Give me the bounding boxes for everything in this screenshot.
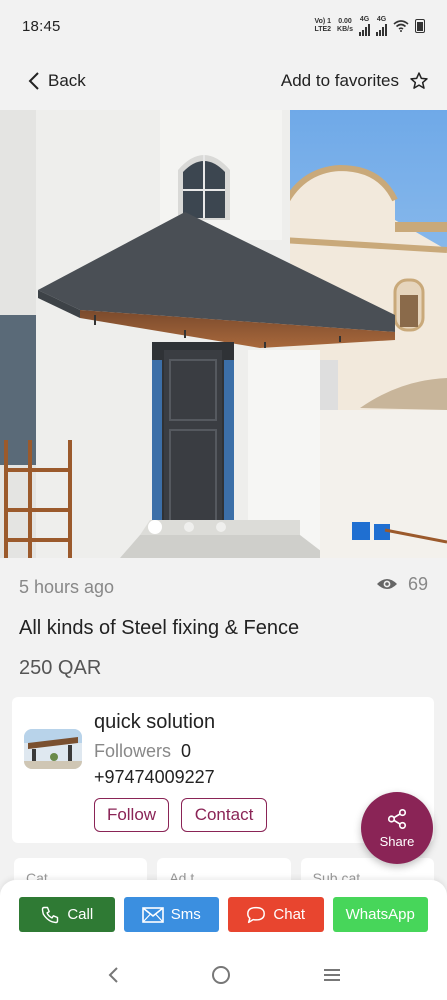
chevron-left-icon <box>28 72 39 90</box>
posted-time: 5 hours ago <box>19 576 115 597</box>
status-icons: Vo) 1 LTE2 0.00 KB/s 4G 4G <box>314 16 425 36</box>
nav-menu-icon[interactable] <box>322 967 342 983</box>
seller-avatar-image <box>24 729 82 769</box>
signal-sim1: 4G <box>359 16 370 36</box>
back-label: Back <box>48 71 86 90</box>
sms-button[interactable]: Sms <box>123 897 219 932</box>
listing-price: 250 QAR <box>19 657 102 679</box>
listing-photo <box>0 110 447 558</box>
call-label: Call <box>67 906 94 923</box>
eye-icon <box>376 579 397 589</box>
follow-button[interactable]: Follow <box>94 798 169 832</box>
sms-label: Sms <box>170 906 201 923</box>
nav-home-icon[interactable] <box>211 965 231 985</box>
top-bar: Back Add to favorites <box>0 52 447 110</box>
gallery-indicator <box>148 520 226 534</box>
listing-meta: 5 hours ago 69 <box>0 558 447 616</box>
status-bar: 18:45 Vo) 1 LTE2 0.00 KB/s 4G 4G <box>0 0 447 52</box>
share-label: Share <box>379 833 415 849</box>
chat-bubble-icon <box>247 906 266 923</box>
seller-name[interactable]: quick solution <box>94 711 215 734</box>
wifi-icon <box>393 20 409 32</box>
chat-label: Chat <box>273 906 306 923</box>
nav-back-icon[interactable] <box>106 965 120 985</box>
system-nav-bar <box>0 950 447 1000</box>
gallery-dot-2[interactable] <box>184 522 194 532</box>
star-icon <box>410 72 428 89</box>
envelope-icon <box>141 906 164 923</box>
signal-icon <box>359 24 370 36</box>
favorites-label: Add to favorites <box>280 71 399 90</box>
followers-label: Followers <box>94 741 172 761</box>
add-to-favorites-button[interactable]: Add to favorites <box>281 71 429 91</box>
image-gallery[interactable] <box>0 110 447 558</box>
speed-label: 0.00 KB/s <box>337 18 353 33</box>
chat-button[interactable]: Chat <box>228 897 324 932</box>
contact-action-bar: Call Sms Chat WhatsApp <box>0 880 447 950</box>
contact-button[interactable]: Contact <box>181 798 267 832</box>
seller-avatar[interactable] <box>24 729 82 769</box>
status-time: 18:45 <box>22 17 61 35</box>
whatsapp-button[interactable]: WhatsApp <box>332 897 428 932</box>
battery-icon <box>415 19 425 33</box>
phone-icon <box>42 906 59 923</box>
signal-sim2: 4G <box>376 16 387 36</box>
gallery-dot-3[interactable] <box>216 522 226 532</box>
followers-count: 0 <box>181 741 192 761</box>
share-button[interactable]: Share <box>361 792 433 864</box>
view-count-value: 69 <box>407 573 428 594</box>
network-label: Vo) 1 LTE2 <box>314 18 332 33</box>
gallery-dot-1[interactable] <box>148 520 162 534</box>
view-count: 69 <box>376 574 428 595</box>
back-button[interactable]: Back <box>28 71 86 91</box>
signal-icon <box>376 24 387 36</box>
whatsapp-label: WhatsApp <box>345 906 415 923</box>
seller-phone[interactable]: +97474009227 <box>94 767 215 788</box>
listing-title: All kinds of Steel fixing & Fence <box>19 617 300 639</box>
followers: Followers 0 <box>94 741 191 762</box>
call-button[interactable]: Call <box>19 897 115 932</box>
share-icon <box>387 808 407 829</box>
